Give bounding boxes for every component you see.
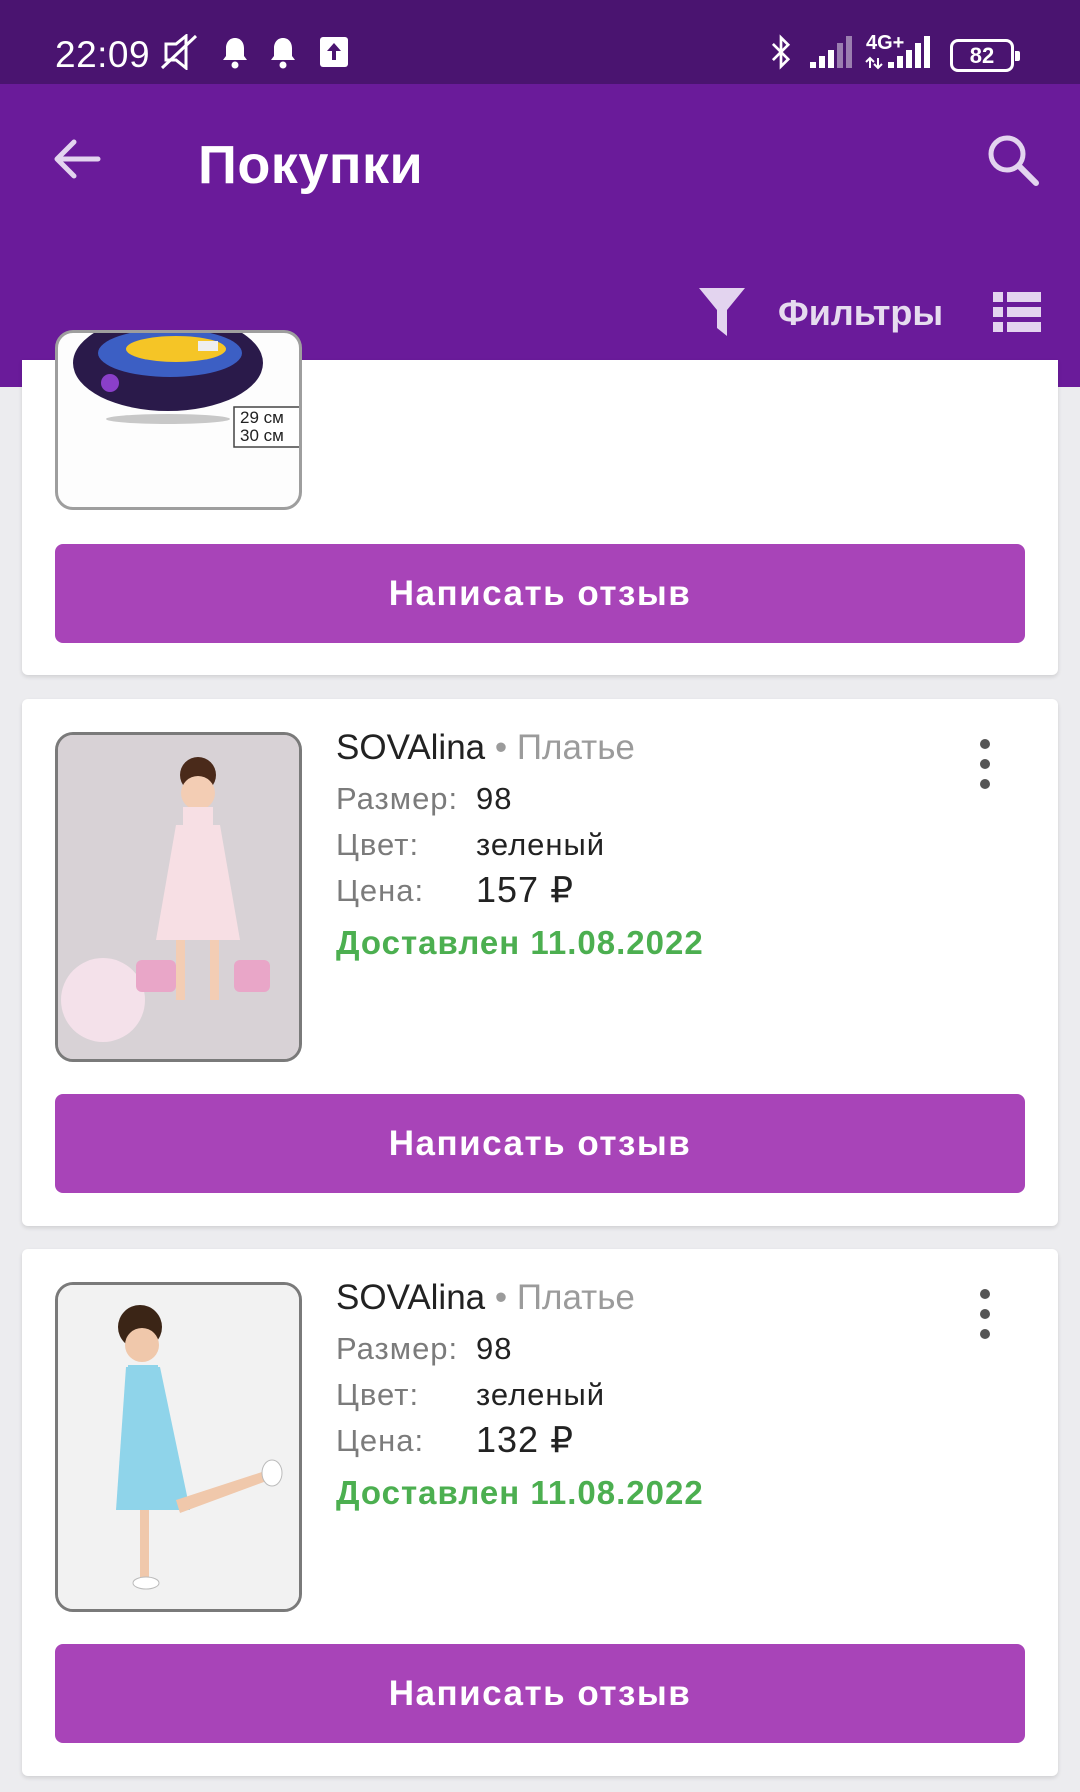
product-image[interactable]: [55, 732, 302, 1062]
price-label: Цена:: [336, 873, 425, 908]
purchase-card: 29 см 30 см Написать отзыв: [22, 330, 1058, 675]
purchase-card: SOVAlina • Платье Размер: 98 Цвет: зелен…: [22, 1249, 1058, 1776]
size-value: 98: [476, 781, 513, 816]
color-value: зеленый: [476, 1377, 606, 1412]
separator-dot: •: [494, 728, 508, 767]
product-image-graphic: [58, 735, 299, 1059]
upload-icon: [320, 37, 348, 67]
image-caption: 30 см: [240, 426, 284, 445]
page-title: Покупки: [198, 135, 424, 195]
write-review-button[interactable]: Написать отзыв: [55, 1644, 1025, 1743]
write-review-button[interactable]: Написать отзыв: [55, 1094, 1025, 1193]
price-label: Цена:: [336, 1423, 425, 1458]
product-title: SOVAlina • Платье: [336, 1278, 635, 1318]
filter-button-label[interactable]: Фильтры: [778, 292, 943, 334]
size-label: Размер:: [336, 1331, 459, 1366]
color-label: Цвет:: [336, 827, 420, 862]
color-value: зеленый: [476, 827, 606, 862]
back-arrow-icon[interactable]: [50, 132, 104, 186]
separator-dot: •: [494, 1278, 508, 1317]
size-value: 98: [476, 1331, 513, 1366]
bell-icon: [223, 38, 247, 69]
price-value: 157 ₽: [476, 869, 574, 910]
write-review-button[interactable]: Написать отзыв: [55, 544, 1025, 643]
status-bar: 22:09 4G+ 82: [0, 0, 1080, 84]
product-image-graphic: [58, 1285, 299, 1609]
brand-name: SOVAlina: [336, 728, 486, 767]
color-label: Цвет:: [336, 1377, 420, 1412]
list-view-icon[interactable]: [993, 292, 1041, 332]
size-label: Размер:: [336, 781, 459, 816]
purchase-card: SOVAlina • Платье Размер: 98 Цвет: зелен…: [22, 699, 1058, 1226]
bluetooth-icon: [771, 34, 791, 70]
image-caption: 29 см: [240, 408, 284, 427]
brand-name: SOVAlina: [336, 1278, 486, 1317]
more-options-icon[interactable]: [967, 1286, 1003, 1342]
battery-indicator: 82: [950, 39, 1020, 72]
product-category: Платье: [516, 728, 635, 767]
status-time: 22:09: [55, 34, 151, 75]
more-options-icon[interactable]: [967, 736, 1003, 792]
product-image[interactable]: 29 см 30 см: [55, 330, 302, 510]
product-image[interactable]: [55, 1282, 302, 1612]
search-icon[interactable]: [985, 132, 1041, 188]
mute-icon: [160, 34, 198, 70]
price-value: 132 ₽: [476, 1419, 574, 1460]
delivery-status: Доставлен 11.08.2022: [336, 924, 704, 961]
product-title: SOVAlina • Платье: [336, 728, 635, 768]
delivery-status: Доставлен 11.08.2022: [336, 1474, 704, 1511]
signal-icon: [810, 36, 852, 68]
4g-signal-icon: [865, 36, 930, 70]
filter-icon[interactable]: [697, 284, 747, 338]
bell-icon: [271, 38, 295, 69]
product-category: Платье: [516, 1278, 635, 1317]
